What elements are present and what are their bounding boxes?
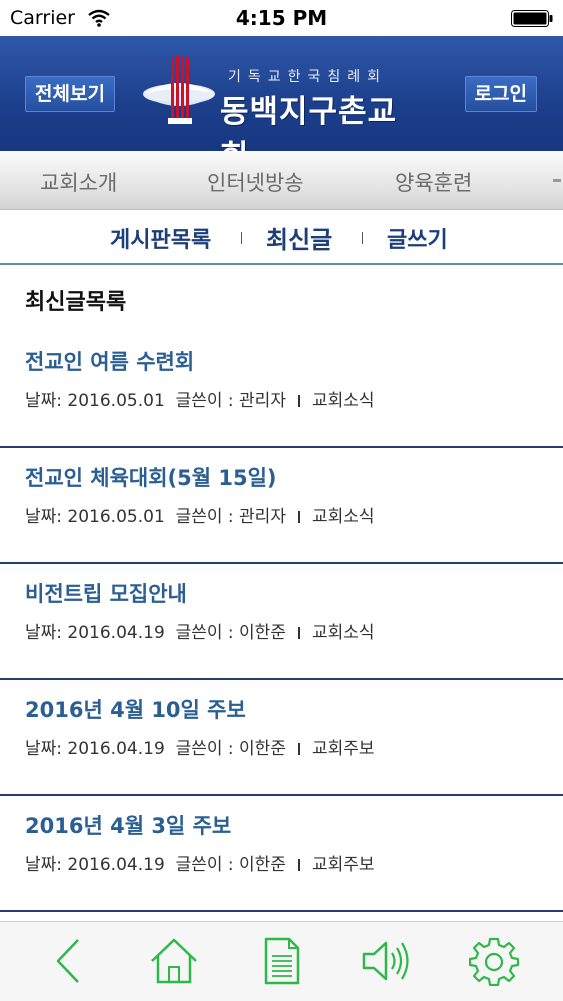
post-author: 관리자 bbox=[239, 391, 286, 411]
bottom-tab-bar bbox=[0, 921, 563, 1001]
post-author: 관리자 bbox=[239, 507, 286, 527]
tab-board-list[interactable]: 게시판목록 bbox=[110, 222, 211, 254]
post-date: 2016.04.19 bbox=[67, 623, 165, 643]
logo-tagline: 기독교한국침례회 bbox=[228, 69, 388, 85]
post-title[interactable]: 비전트립 모집안내 bbox=[25, 578, 187, 608]
tab-write-post[interactable]: 글쓰기 bbox=[387, 222, 448, 254]
sub-nav-separator bbox=[362, 232, 363, 244]
post-title[interactable]: 2016년 4월 10일 주보 bbox=[25, 694, 246, 724]
church-logo[interactable]: 기독교한국침례회 동백지구촌교회 bbox=[142, 54, 422, 175]
post-date: 2016.05.01 bbox=[67, 391, 165, 411]
app-header: 전체보기 기독교한국침례회 동백지구촌교회 로그인 bbox=[0, 36, 563, 175]
post-title[interactable]: 전교인 체육대회(5월 15일) bbox=[25, 462, 277, 492]
post-title[interactable]: 전교인 여름 수련회 bbox=[25, 346, 194, 376]
post-category: 교회소식 bbox=[311, 507, 375, 527]
post-category: 교회소식 bbox=[311, 391, 375, 411]
category-internet-broadcast[interactable]: 인터넷방송 bbox=[207, 167, 304, 197]
category-church-intro[interactable]: 교회소개 bbox=[40, 167, 117, 197]
post-list-item[interactable]: 전교인 여름 수련회 날짜: 2016.05.01 글쓴이 : 관리자 교회소식 bbox=[0, 333, 563, 448]
battery-icon bbox=[511, 10, 553, 27]
sub-nav-separator bbox=[241, 232, 242, 244]
login-button[interactable]: 로그인 bbox=[464, 76, 537, 112]
post-meta: 날짜: 2016.05.01 글쓴이 : 관리자 교회소식 bbox=[25, 391, 375, 411]
post-list-item[interactable]: 2016년 4월 3일 주보 날짜: 2016.04.19 글쓴이 : 이한준 교… bbox=[0, 797, 563, 912]
tab-latest-posts[interactable]: 최신글 bbox=[266, 220, 332, 255]
post-meta: 날짜: 2016.04.19 글쓴이 : 이한준 교회주보 bbox=[25, 855, 375, 875]
back-icon[interactable] bbox=[45, 936, 95, 986]
gear-icon[interactable] bbox=[469, 936, 519, 986]
list-title: 최신글목록 bbox=[25, 290, 127, 315]
post-date: 2016.04.19 bbox=[67, 739, 165, 759]
status-bar: Carrier 4:15 PM bbox=[0, 0, 563, 36]
post-category: 교회주보 bbox=[311, 739, 375, 759]
post-date: 2016.05.01 bbox=[67, 507, 165, 527]
post-category: 교회주보 bbox=[311, 855, 375, 875]
speaker-icon[interactable] bbox=[360, 936, 410, 986]
post-author: 이한준 bbox=[239, 855, 286, 875]
post-author: 이한준 bbox=[239, 739, 286, 759]
post-list-item[interactable]: 전교인 체육대회(5월 15일) 날짜: 2016.05.01 글쓴이 : 관리… bbox=[0, 449, 563, 564]
post-author: 이한준 bbox=[239, 623, 286, 643]
document-icon[interactable] bbox=[257, 936, 307, 986]
church-emblem-icon bbox=[143, 56, 215, 124]
post-list-item[interactable]: 2016년 4월 10일 주보 날짜: 2016.04.19 글쓴이 : 이한준… bbox=[0, 681, 563, 796]
post-category: 교회소식 bbox=[311, 623, 375, 643]
board-sub-nav: 게시판목록 최신글 글쓰기 bbox=[0, 210, 563, 265]
category-discipleship[interactable]: 양육훈련 bbox=[395, 167, 472, 197]
home-icon[interactable] bbox=[149, 936, 199, 986]
post-title[interactable]: 2016년 4월 3일 주보 bbox=[25, 810, 231, 840]
post-meta: 날짜: 2016.04.19 글쓴이 : 이한준 교회주보 bbox=[25, 739, 375, 759]
post-date: 2016.04.19 bbox=[67, 855, 165, 875]
clock: 4:15 PM bbox=[235, 6, 328, 30]
post-meta: 날짜: 2016.05.01 글쓴이 : 관리자 교회소식 bbox=[25, 507, 375, 527]
category-next-indicator bbox=[553, 179, 561, 182]
category-nav: 교회소개 인터넷방송 양육훈련 bbox=[0, 151, 563, 210]
post-meta: 날짜: 2016.04.19 글쓴이 : 이한준 교회소식 bbox=[25, 623, 375, 643]
post-list-item[interactable]: 비전트립 모집안내 날짜: 2016.04.19 글쓴이 : 이한준 교회소식 bbox=[0, 565, 563, 680]
view-all-button[interactable]: 전체보기 bbox=[25, 76, 115, 112]
